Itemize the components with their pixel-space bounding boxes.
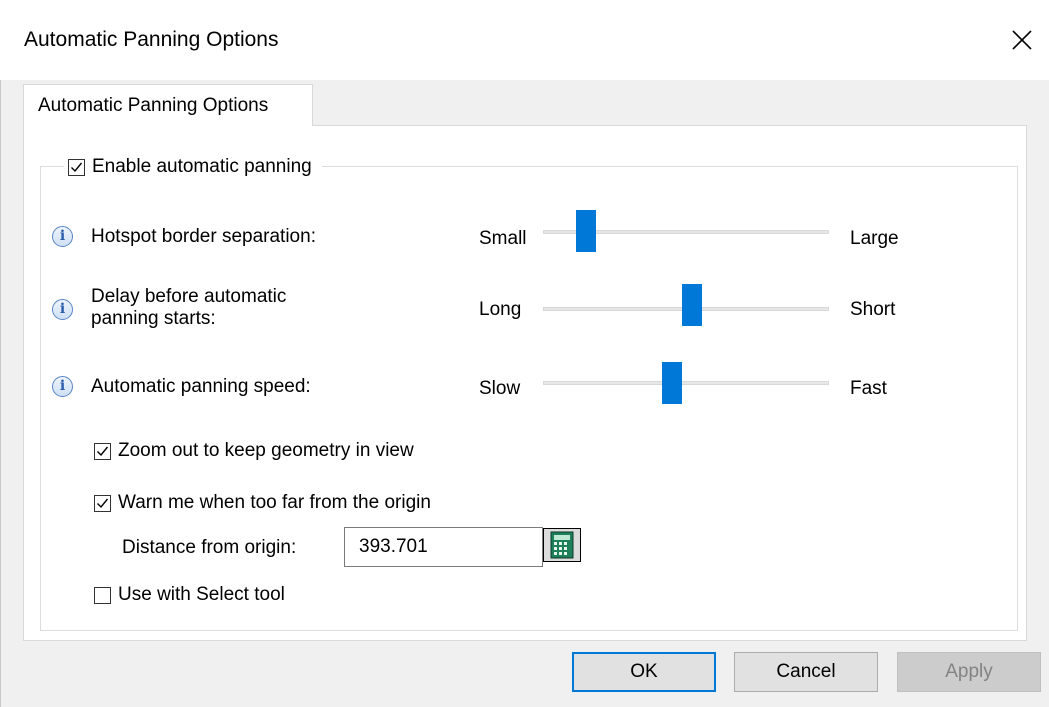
info-icon[interactable]: i — [52, 226, 73, 247]
ok-button[interactable]: OK — [572, 652, 716, 692]
distance-input[interactable]: 393.701 — [344, 527, 543, 567]
checkmark-icon — [97, 498, 109, 508]
calculator-icon — [550, 531, 574, 559]
slider-thumb[interactable] — [681, 284, 702, 326]
warn-origin-label: Warn me when too far from the origin — [118, 492, 431, 513]
panning-speed-slider[interactable] — [543, 362, 829, 406]
delay-slider[interactable] — [543, 284, 829, 328]
window-border — [0, 80, 1, 707]
tab-label: Automatic Panning Options — [38, 95, 269, 116]
enable-label: Enable automatic panning — [92, 156, 312, 177]
panning-speed-label: Automatic panning speed: — [91, 376, 311, 397]
calculator-button[interactable] — [543, 528, 581, 562]
slider-max-label: Fast — [850, 378, 887, 399]
delay-label-line1: Delay before automatic — [91, 286, 287, 307]
slider-min-label: Small — [479, 228, 527, 249]
apply-button[interactable]: Apply — [897, 652, 1041, 692]
slider-min-label: Slow — [479, 378, 521, 399]
slider-max-label: Large — [850, 228, 899, 249]
checkbox-box — [94, 442, 111, 460]
select-tool-checkbox[interactable]: Use with Select tool — [94, 584, 285, 606]
enable-automatic-panning-checkbox[interactable]: Enable automatic panning — [64, 150, 322, 184]
tab-automatic-panning-options[interactable]: Automatic Panning Options — [23, 84, 313, 126]
checkmark-icon — [71, 162, 83, 172]
hotspot-border-label: Hotspot border separation: — [91, 226, 316, 247]
delay-label: Delay before automatic panning starts: — [91, 286, 286, 330]
delay-label-line2: panning starts: — [91, 308, 216, 329]
window-title: Automatic Panning Options — [24, 28, 279, 51]
hotspot-border-slider[interactable] — [543, 210, 829, 254]
close-button[interactable] — [1000, 18, 1044, 62]
slider-thumb[interactable] — [575, 210, 596, 252]
checkbox-box — [94, 494, 111, 512]
slider-thumb[interactable] — [661, 362, 682, 404]
checkbox-box — [68, 158, 85, 176]
checkmark-icon — [97, 446, 109, 456]
zoom-out-label: Zoom out to keep geometry in view — [118, 440, 414, 461]
checkbox-box — [94, 586, 111, 604]
slider-min-label: Long — [479, 299, 522, 320]
info-icon[interactable]: i — [52, 376, 73, 397]
title-bar: Automatic Panning Options — [0, 0, 1049, 80]
cancel-button[interactable]: Cancel — [734, 652, 878, 692]
zoom-out-checkbox[interactable]: Zoom out to keep geometry in view — [94, 440, 414, 462]
slider-max-label: Short — [850, 299, 896, 320]
close-icon — [1012, 30, 1032, 50]
distance-label: Distance from origin: — [122, 537, 297, 558]
warn-origin-checkbox[interactable]: Warn me when too far from the origin — [94, 492, 431, 514]
info-icon[interactable]: i — [52, 299, 73, 320]
select-tool-label: Use with Select tool — [118, 584, 285, 605]
